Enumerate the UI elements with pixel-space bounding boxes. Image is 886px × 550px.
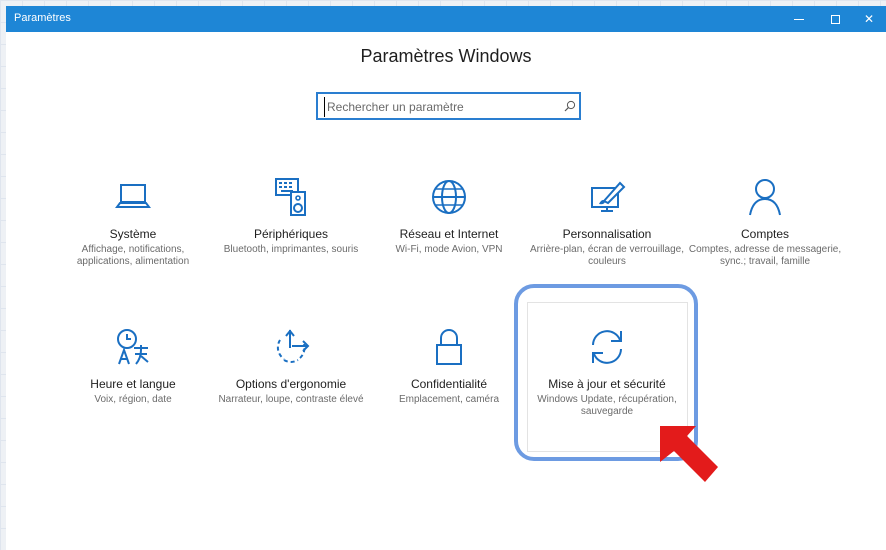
pointer-arrow-icon xyxy=(660,426,718,482)
tile-description: Narrateur, loupe, contraste élevé xyxy=(218,394,364,405)
tile-description: Comptes, adresse de messagerie, sync.; t… xyxy=(688,244,842,267)
tile-name: Réseau et Internet xyxy=(399,227,499,241)
tile-description: Voix, région, date xyxy=(94,394,172,405)
tile-network[interactable]: Réseau et Internet Wi-Fi, mode Avion, VP… xyxy=(370,176,528,256)
lock-icon xyxy=(436,329,462,365)
close-button[interactable]: ✕ xyxy=(852,6,886,32)
tile-name: Options d'ergonomie xyxy=(235,377,347,391)
tile-name: Heure et langue xyxy=(90,377,176,391)
minimize-icon xyxy=(794,18,804,20)
minimize-button[interactable] xyxy=(782,6,816,32)
window-title: Paramètres xyxy=(14,12,71,24)
tile-devices[interactable]: Périphériques Bluetooth, imprimantes, so… xyxy=(212,176,370,256)
search-icon[interactable] xyxy=(564,100,576,112)
tile-description: Wi-Fi, mode Avion, VPN xyxy=(395,244,503,255)
tile-ease-of-access[interactable]: Options d'ergonomie Narrateur, loupe, co… xyxy=(212,326,370,406)
title-bar[interactable]: Paramètres ✕ xyxy=(6,6,886,32)
person-icon xyxy=(749,179,781,216)
maximize-icon xyxy=(830,14,840,24)
globe-icon xyxy=(432,180,466,214)
tile-name: Confidentialité xyxy=(410,377,488,391)
search-input[interactable] xyxy=(324,97,554,117)
settings-window: Paramètres ✕ Paramètres Windows Système … xyxy=(6,6,886,550)
page-title: Paramètres Windows xyxy=(360,46,532,66)
tile-time-language[interactable]: Heure et langue Voix, région, date xyxy=(54,326,212,406)
tile-system[interactable]: Système Affichage, notifications, applic… xyxy=(54,176,212,268)
paint-brush-icon xyxy=(591,181,626,212)
tile-privacy[interactable]: Confidentialité Emplacement, caméra xyxy=(370,326,528,406)
tile-name: Périphériques xyxy=(253,227,329,241)
laptop-icon xyxy=(115,184,151,208)
tile-name: Système xyxy=(109,227,157,241)
keyboard-speaker-icon xyxy=(275,178,306,216)
tile-name: Comptes xyxy=(740,227,790,241)
search-box[interactable] xyxy=(316,92,581,120)
tile-description: Bluetooth, imprimantes, souris xyxy=(223,244,359,255)
ease-of-access-icon xyxy=(276,329,310,363)
time-language-icon xyxy=(117,329,149,365)
tile-accounts[interactable]: Comptes Comptes, adresse de messagerie, … xyxy=(686,176,844,268)
tile-name: Personnalisation xyxy=(562,227,652,241)
tile-personalization[interactable]: Personnalisation Arrière-plan, écran de … xyxy=(528,176,686,268)
tile-description: Affichage, notifications, applications, … xyxy=(76,244,190,267)
tile-description: Arrière-plan, écran de verrouillage, cou… xyxy=(530,244,684,267)
tile-description: Emplacement, caméra xyxy=(398,394,500,405)
maximize-button[interactable] xyxy=(818,6,852,32)
close-icon: ✕ xyxy=(863,12,875,26)
